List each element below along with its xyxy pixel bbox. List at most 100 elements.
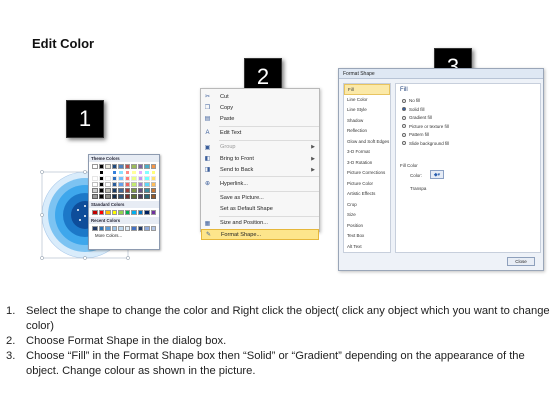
color-swatch[interactable]: [131, 188, 137, 193]
category-position[interactable]: Position: [344, 221, 390, 232]
color-swatch[interactable]: [111, 182, 117, 187]
color-swatch[interactable]: [150, 164, 156, 169]
color-swatch[interactable]: [92, 176, 98, 181]
fill-option-picture-or-texture-fill[interactable]: Picture or texture fill: [402, 124, 449, 129]
color-swatch[interactable]: [137, 210, 143, 215]
color-swatch[interactable]: [92, 188, 98, 193]
category-crop[interactable]: Crop: [344, 200, 390, 211]
color-swatch[interactable]: [131, 170, 137, 175]
color-swatch[interactable]: [98, 182, 104, 187]
color-swatch[interactable]: [105, 182, 111, 187]
color-swatch[interactable]: [131, 210, 137, 215]
close-button[interactable]: Close: [507, 257, 535, 266]
color-swatch[interactable]: [105, 226, 111, 231]
color-swatch[interactable]: [144, 170, 150, 175]
color-swatch[interactable]: [124, 210, 130, 215]
color-swatch[interactable]: [111, 194, 117, 199]
color-swatch[interactable]: [98, 164, 104, 169]
menu-item-edit-text[interactable]: A Edit Text: [201, 128, 319, 139]
color-swatch[interactable]: [131, 176, 137, 181]
category-3-d-format[interactable]: 3-D Format: [344, 147, 390, 158]
color-swatch[interactable]: [105, 170, 111, 175]
color-swatch[interactable]: [124, 164, 130, 169]
menu-item-bring-to-front[interactable]: ◧ Bring to Front ▶: [201, 153, 319, 164]
color-swatch[interactable]: [131, 164, 137, 169]
color-swatch[interactable]: [144, 194, 150, 199]
color-swatch[interactable]: [92, 194, 98, 199]
color-swatch[interactable]: [92, 170, 98, 175]
color-swatch[interactable]: [98, 188, 104, 193]
color-swatch[interactable]: [144, 188, 150, 193]
color-swatch[interactable]: [131, 182, 137, 187]
color-swatch[interactable]: [124, 182, 130, 187]
color-swatch[interactable]: [111, 226, 117, 231]
color-swatch[interactable]: [111, 188, 117, 193]
more-colors-link[interactable]: More Colors...: [89, 233, 159, 238]
radio-button[interactable]: [402, 124, 406, 128]
menu-item-size-and-position[interactable]: ▦ Size and Position...: [201, 218, 319, 229]
category-3-d-rotation[interactable]: 3-D Rotation: [344, 158, 390, 169]
menu-item-set-as-default-shape[interactable]: Set as Default Shape: [201, 204, 319, 215]
color-swatch[interactable]: [137, 182, 143, 187]
category-line-style[interactable]: Line Style: [344, 105, 390, 116]
color-swatch[interactable]: [98, 176, 104, 181]
radio-button[interactable]: [402, 98, 406, 103]
color-swatch[interactable]: [105, 194, 111, 199]
radio-button[interactable]: [402, 115, 406, 120]
category-text-box[interactable]: Text Box: [344, 231, 390, 242]
color-swatch[interactable]: [137, 194, 143, 199]
color-swatch[interactable]: [111, 176, 117, 181]
color-swatch[interactable]: [118, 194, 124, 199]
color-swatch[interactable]: [92, 226, 98, 231]
menu-item-paste[interactable]: ▤ Paste: [201, 113, 319, 124]
category-size[interactable]: Size: [344, 210, 390, 221]
color-swatch[interactable]: [137, 226, 143, 231]
color-swatch[interactable]: [92, 164, 98, 169]
color-swatch[interactable]: [111, 170, 117, 175]
category-picture-color[interactable]: Picture Color: [344, 179, 390, 190]
menu-item-send-to-back[interactable]: ◨ Send to Back ▶: [201, 164, 319, 175]
color-swatch[interactable]: [137, 188, 143, 193]
color-swatch[interactable]: [150, 226, 156, 231]
color-swatch[interactable]: [105, 188, 111, 193]
menu-item-hyperlink[interactable]: ⊕ Hyperlink...: [201, 178, 319, 189]
menu-item-cut[interactable]: ✂ Cut: [201, 91, 319, 102]
color-swatch[interactable]: [118, 210, 124, 215]
color-swatch[interactable]: [150, 188, 156, 193]
color-swatch[interactable]: [124, 176, 130, 181]
color-swatch[interactable]: [150, 182, 156, 187]
color-swatch[interactable]: [144, 210, 150, 215]
color-swatch[interactable]: [131, 194, 137, 199]
color-swatch[interactable]: [98, 210, 104, 215]
category-alt-text[interactable]: Alt Text: [344, 242, 390, 253]
category-fill[interactable]: Fill: [344, 84, 390, 95]
color-swatch[interactable]: [98, 170, 104, 175]
color-swatch[interactable]: [144, 176, 150, 181]
color-swatch[interactable]: [124, 194, 130, 199]
color-swatch[interactable]: [118, 170, 124, 175]
fill-option-solid-fill[interactable]: Solid fill: [402, 107, 425, 112]
menu-item-save-as-picture[interactable]: Save as Picture...: [201, 193, 319, 204]
color-swatch[interactable]: [118, 188, 124, 193]
color-swatch[interactable]: [131, 226, 137, 231]
color-picker-button[interactable]: ◆▾: [430, 170, 444, 179]
color-swatch[interactable]: [144, 164, 150, 169]
color-swatch[interactable]: [105, 176, 111, 181]
color-swatch[interactable]: [144, 182, 150, 187]
fill-option-no-fill[interactable]: No fill: [402, 98, 420, 103]
menu-item-format-shape[interactable]: ✎ Format Shape...: [201, 229, 319, 241]
color-swatch[interactable]: [111, 164, 117, 169]
color-swatch[interactable]: [118, 164, 124, 169]
radio-button[interactable]: [402, 132, 406, 137]
color-swatch[interactable]: [105, 210, 111, 215]
color-swatch[interactable]: [124, 170, 130, 175]
color-swatch[interactable]: [92, 210, 98, 215]
category-reflection[interactable]: Reflection: [344, 126, 390, 137]
color-swatch[interactable]: [98, 194, 104, 199]
color-swatch[interactable]: [150, 210, 156, 215]
radio-button[interactable]: [402, 107, 406, 111]
fill-option-gradient-fill[interactable]: Gradient fill: [402, 115, 432, 120]
fill-option-pattern-fill[interactable]: Pattern fill: [402, 132, 429, 137]
color-swatch[interactable]: [118, 176, 124, 181]
category-picture-corrections[interactable]: Picture Corrections: [344, 168, 390, 179]
